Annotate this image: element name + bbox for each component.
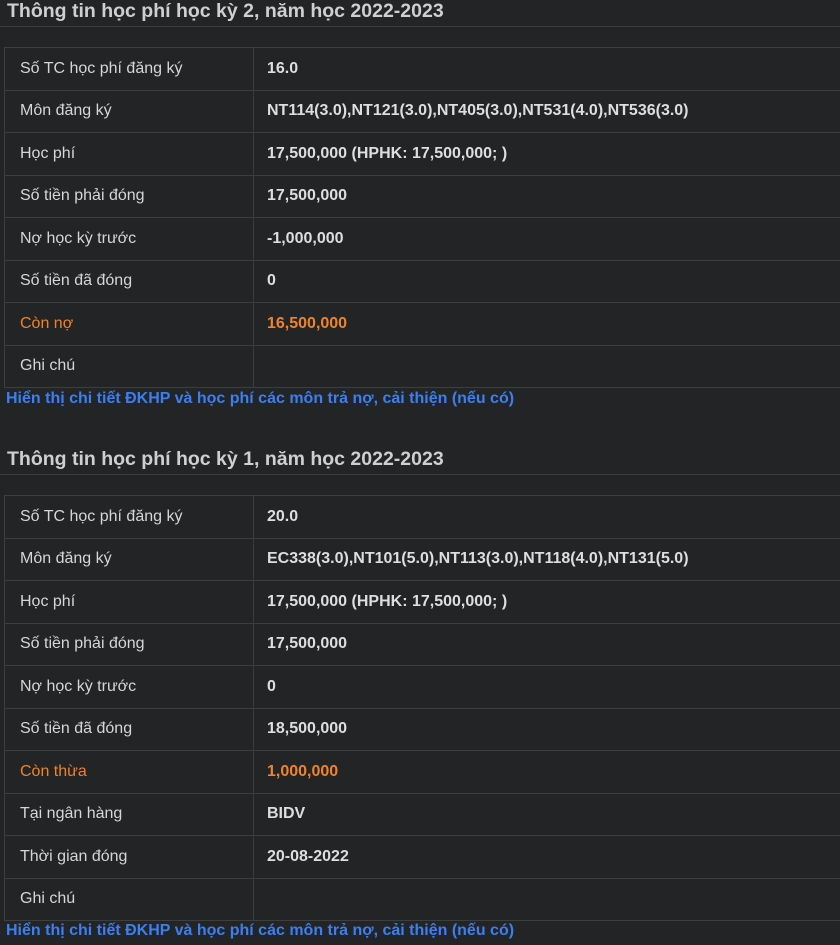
fee-row-value: 1,000,000	[253, 750, 840, 794]
fee-row-value: -1,000,000	[253, 217, 840, 261]
fee-row-note: Ghi chú	[4, 344, 840, 388]
fee-row-courses: Môn đăng ký NT114(3.0),NT121(3.0),NT405(…	[4, 89, 840, 133]
semester-1-title: Thông tin học phí học kỳ 1, năm học 2022…	[7, 448, 444, 470]
fee-row-label: Số TC học phí đăng ký	[4, 47, 254, 91]
fee-row-label: Thời gian đóng	[4, 835, 254, 879]
fee-row-value: 16.0	[253, 47, 840, 91]
fee-row-outstanding: Còn nợ 16,500,000	[4, 302, 840, 346]
fee-row-payment-date: Thời gian đóng 20-08-2022	[4, 835, 840, 879]
semester-1-fee-table: Số TC học phí đăng ký 20.0 Môn đăng ký E…	[4, 495, 840, 921]
semester-1-title-rule	[0, 474, 840, 475]
fee-row-value: BIDV	[253, 792, 840, 836]
fee-row-amount-paid: Số tiền đã đóng 18,500,000	[4, 707, 840, 751]
fee-row-label: Còn thừa	[4, 750, 254, 794]
fee-row-label: Ghi chú	[4, 877, 254, 921]
fee-row-tuition: Học phí 17,500,000 (HPHK: 17,500,000; )	[4, 132, 840, 176]
fee-row-value: 17,500,000	[253, 174, 840, 218]
fee-row-value: 18,500,000	[253, 707, 840, 751]
fee-row-value: EC338(3.0),NT101(5.0),NT113(3.0),NT118(4…	[253, 537, 840, 581]
fee-row-label: Tại ngân hàng	[4, 792, 254, 836]
fee-row-value: 17,500,000 (HPHK: 17,500,000; )	[253, 580, 840, 624]
fee-row-label: Số TC học phí đăng ký	[4, 495, 254, 539]
semester-2-title-rule	[0, 26, 840, 27]
semester-1-detail-link[interactable]: Hiển thị chi tiết ĐKHP và học phí các mô…	[6, 922, 514, 940]
fee-row-credits: Số TC học phí đăng ký 20.0	[4, 495, 840, 539]
fee-row-courses: Môn đăng ký EC338(3.0),NT101(5.0),NT113(…	[4, 537, 840, 581]
fee-row-previous-debt: Nợ học kỳ trước 0	[4, 665, 840, 709]
fee-row-value: 0	[253, 665, 840, 709]
fee-row-amount-paid: Số tiền đã đóng 0	[4, 259, 840, 303]
fee-row-label: Số tiền đã đóng	[4, 259, 254, 303]
fee-row-value: 0	[253, 259, 840, 303]
fee-row-label: Học phí	[4, 580, 254, 624]
fee-row-amount-due: Số tiền phải đóng 17,500,000	[4, 622, 840, 666]
fee-row-label: Học phí	[4, 132, 254, 176]
semester-2-title: Thông tin học phí học kỳ 2, năm học 2022…	[7, 0, 444, 22]
fee-row-value: 20-08-2022	[253, 835, 840, 879]
fee-row-value: 16,500,000	[253, 302, 840, 346]
fee-row-value	[253, 344, 840, 388]
fee-row-label: Nợ học kỳ trước	[4, 665, 254, 709]
fee-row-label: Môn đăng ký	[4, 537, 254, 581]
fee-row-surplus: Còn thừa 1,000,000	[4, 750, 840, 794]
fee-row-label: Ghi chú	[4, 344, 254, 388]
fee-row-value: 20.0	[253, 495, 840, 539]
fee-row-value: 17,500,000 (HPHK: 17,500,000; )	[253, 132, 840, 176]
fee-row-label: Còn nợ	[4, 302, 254, 346]
semester-2-fee-table: Số TC học phí đăng ký 16.0 Môn đăng ký N…	[4, 47, 840, 388]
tuition-page: Thông tin học phí học kỳ 2, năm học 2022…	[0, 0, 840, 945]
fee-row-label: Số tiền đã đóng	[4, 707, 254, 751]
fee-row-label: Nợ học kỳ trước	[4, 217, 254, 261]
fee-row-value	[253, 877, 840, 921]
semester-2-detail-link[interactable]: Hiển thị chi tiết ĐKHP và học phí các mô…	[6, 390, 514, 408]
fee-row-value: NT114(3.0),NT121(3.0),NT405(3.0),NT531(4…	[253, 89, 840, 133]
fee-row-credits: Số TC học phí đăng ký 16.0	[4, 47, 840, 91]
fee-row-previous-debt: Nợ học kỳ trước -1,000,000	[4, 217, 840, 261]
fee-row-label: Môn đăng ký	[4, 89, 254, 133]
fee-row-amount-due: Số tiền phải đóng 17,500,000	[4, 174, 840, 218]
fee-row-label: Số tiền phải đóng	[4, 622, 254, 666]
fee-row-note: Ghi chú	[4, 877, 840, 921]
fee-row-bank: Tại ngân hàng BIDV	[4, 792, 840, 836]
fee-row-tuition: Học phí 17,500,000 (HPHK: 17,500,000; )	[4, 580, 840, 624]
fee-row-label: Số tiền phải đóng	[4, 174, 254, 218]
fee-row-value: 17,500,000	[253, 622, 840, 666]
